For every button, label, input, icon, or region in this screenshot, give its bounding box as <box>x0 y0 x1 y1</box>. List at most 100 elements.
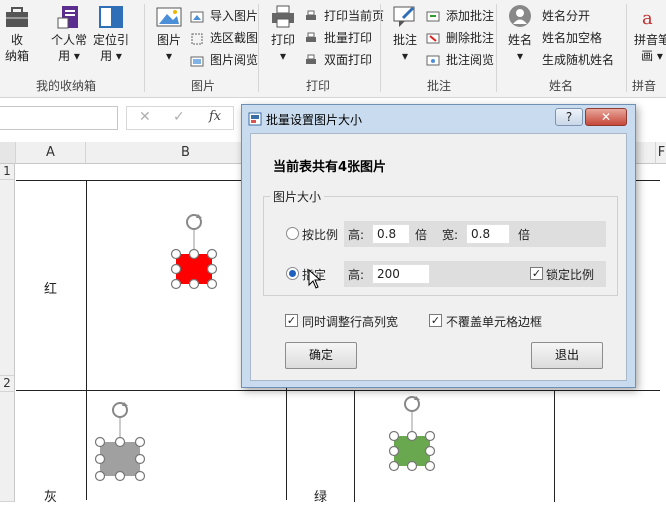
group-my-box: 收纳箱 个人常用 ▾ 定位引用 ▾ 我的收纳箱 <box>0 0 132 98</box>
group-label-picture: 图片 <box>190 79 215 93</box>
pinyin-button[interactable]: a 拼音笔画 ▾ <box>632 4 666 64</box>
cell-b2-green[interactable]: 绿 <box>314 486 327 505</box>
space-name-button[interactable]: 姓名加空格 <box>542 28 602 48</box>
help-button[interactable]: ? <box>555 108 583 126</box>
enter-icon[interactable]: ✓ <box>173 109 185 125</box>
dialog-body: 当前表共有4张图片 图片大小 按比例 高: 0.8 倍 宽: 0.8 倍 指定 … <box>250 133 627 381</box>
by-ratio-radio[interactable] <box>286 227 299 240</box>
add-comment-icon <box>426 11 440 21</box>
gray-square-picture[interactable] <box>92 398 148 490</box>
browse-picture-button[interactable]: 图片阅览 <box>190 50 258 70</box>
notebook-icon <box>57 6 78 29</box>
specify-height-label: 高: <box>348 268 365 282</box>
red-square-picture[interactable] <box>166 208 222 300</box>
adjust-row-col-label[interactable]: 同时调整行高列宽 <box>302 313 398 330</box>
select-all-corner[interactable] <box>0 142 16 164</box>
formula-buttons: ✕ ✓ fx <box>126 106 234 130</box>
function-icon[interactable]: fx <box>209 109 221 124</box>
batch-print-button[interactable]: 批量打印 <box>304 28 372 48</box>
name-button[interactable]: 姓名 ▾ <box>502 4 538 64</box>
lock-ratio-label[interactable]: 锁定比例 <box>546 266 594 283</box>
specify-radio[interactable] <box>286 267 299 280</box>
ribbon-separator <box>380 4 381 92</box>
gray-shape <box>100 442 140 476</box>
group-comment: 批注 ▾ 添加批注 删除批注 批注阅览 批注 <box>384 0 494 98</box>
group-name: 姓名 ▾ 姓名分开 姓名加空格 生成随机姓名 姓名 <box>500 0 622 98</box>
column-header-f[interactable]: F <box>656 142 666 164</box>
batch-print-icon <box>306 32 316 42</box>
ratio-height-unit: 倍 <box>415 228 428 242</box>
group-label-my-box: 我的收纳箱 <box>35 79 96 93</box>
ribbon-separator <box>626 4 627 92</box>
by-ratio-label[interactable]: 按比例 <box>302 226 338 243</box>
toolbox-icon <box>6 7 28 27</box>
dialog-title: 批量设置图片大小 <box>266 113 363 127</box>
browse-comment-icon <box>426 55 440 65</box>
svg-text:a: a <box>642 8 653 29</box>
cell-a2-gray[interactable]: 灰 <box>44 486 57 505</box>
cell-border <box>554 390 555 502</box>
print-current-page-button[interactable]: 打印当前页 <box>304 6 384 26</box>
ribbon-separator <box>496 4 497 92</box>
ribbon-separator <box>258 4 259 92</box>
ribbon-separator <box>144 4 145 92</box>
picture-size-group: 图片大小 按比例 高: 0.8 倍 宽: 0.8 倍 指定 高: 200 ✓ 锁… <box>263 188 618 296</box>
picture-count-info: 当前表共有4张图片 <box>273 160 387 175</box>
row-header-filler2[interactable] <box>0 392 15 502</box>
group-print: 打印 ▾ 打印当前页 批量打印 双面打印 打印 <box>262 0 384 98</box>
cell-border <box>16 390 660 391</box>
browse-comment-button[interactable]: 批注阅览 <box>426 50 494 70</box>
group-pinyin: a 拼音笔画 ▾ 拼音 <box>630 0 666 98</box>
box-button[interactable]: 收纳箱 <box>2 4 32 64</box>
cell-a1-red[interactable]: 红 <box>44 278 57 297</box>
locate-button[interactable]: 定位引用 ▾ <box>90 4 132 64</box>
crop-picture-button[interactable]: 选区截图 <box>190 28 258 48</box>
row-header-1[interactable]: 1 <box>0 164 15 180</box>
picture-size-legend: 图片大小 <box>270 188 325 205</box>
duplex-print-button[interactable]: 双面打印 <box>304 50 372 70</box>
specify-height-input[interactable]: 200 <box>372 264 430 284</box>
picture-button[interactable]: 图片 ▾ <box>152 4 186 64</box>
ratio-width-input[interactable]: 0.8 <box>466 224 510 244</box>
delete-comment-icon <box>426 33 440 43</box>
column-header-a[interactable]: A <box>16 142 86 164</box>
lock-ratio-checkbox[interactable]: ✓ <box>530 267 543 280</box>
custom-button[interactable]: 个人常用 ▾ <box>48 4 90 64</box>
duplex-print-icon <box>306 54 316 64</box>
split-name-button[interactable]: 姓名分开 <box>542 6 590 26</box>
group-label-print: 打印 <box>305 79 330 93</box>
comment-button[interactable]: 批注 ▾ <box>388 4 422 64</box>
cancel-icon[interactable]: ✕ <box>139 109 151 125</box>
import-picture-button[interactable]: 导入图片 <box>190 6 258 26</box>
ratio-height-input[interactable]: 0.8 <box>372 224 410 244</box>
person-icon <box>509 5 531 27</box>
cell-border <box>354 390 355 502</box>
no-cover-border-label[interactable]: 不覆盖单元格边框 <box>446 313 542 330</box>
green-square-picture[interactable] <box>384 392 440 476</box>
print-button[interactable]: 打印 ▾ <box>266 4 300 64</box>
gallery-icon <box>190 56 204 66</box>
row-header-filler[interactable] <box>0 180 15 376</box>
adjust-row-col-checkbox[interactable]: ✓ <box>285 314 298 327</box>
printer-icon <box>272 5 294 28</box>
cell-border <box>86 180 87 500</box>
comment-icon <box>393 6 415 27</box>
printer-small-icon <box>306 10 316 20</box>
name-box[interactable] <box>0 106 118 130</box>
close-button[interactable]: ✕ <box>585 108 627 126</box>
exit-button[interactable]: 退出 <box>531 342 603 369</box>
group-label-name: 姓名 <box>548 79 573 93</box>
picture-icon <box>156 7 182 27</box>
random-name-button[interactable]: 生成随机姓名 <box>542 50 614 70</box>
ok-button[interactable]: 确定 <box>285 342 357 369</box>
batch-resize-dialog: 批量设置图片大小 ? ✕ 当前表共有4张图片 图片大小 按比例 高: 0.8 倍… <box>241 104 636 388</box>
add-comment-button[interactable]: 添加批注 <box>426 6 494 26</box>
delete-comment-button[interactable]: 删除批注 <box>426 28 494 48</box>
row-header-2[interactable]: 2 <box>0 376 15 392</box>
group-label-pinyin: 拼音 <box>632 79 657 93</box>
ribbon: 收纳箱 个人常用 ▾ 定位引用 ▾ 我的收纳箱 图片 ▾ 导入图片 选区截图 图… <box>0 0 666 98</box>
no-cover-border-checkbox[interactable]: ✓ <box>429 314 442 327</box>
group-picture: 图片 ▾ 导入图片 选区截图 图片阅览 图片 <box>148 0 258 98</box>
crop-icon <box>191 33 203 44</box>
group-label-comment: 批注 <box>426 79 451 93</box>
